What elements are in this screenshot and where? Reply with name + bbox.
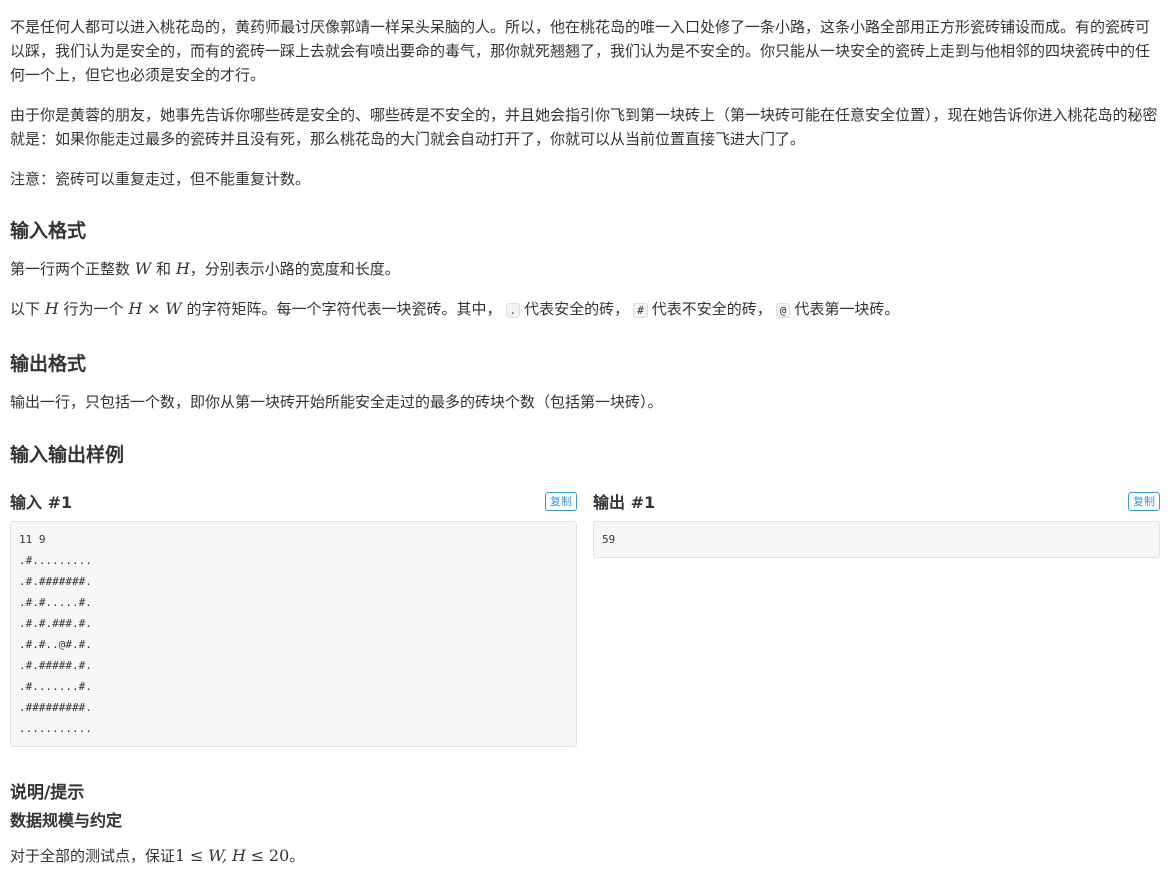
text: 代表安全的砖， [524,300,630,318]
description-paragraph-2: 由于你是黄蓉的朋友，她事先告诉你哪些砖是安全的、哪些砖是不安全的，并且她会指引你… [10,106,1158,148]
sample-input-box[interactable]: 11 9 .#......... .#.#######. .#.#.....#.… [10,521,577,747]
sample-input-title: 输入 #1 [10,493,73,512]
output-format-heading: 输出格式 [10,353,87,375]
data-scale-heading: 数据规模与约定 [10,811,123,830]
text: 行为一个 [63,300,124,318]
input-format-line-2: 以下 H 行为一个 H × W 的字符矩阵。每一个字符代表一块瓷砖。其中，. 代表… [10,297,1160,323]
le-symbol: ≤ [250,846,265,865]
var-w: W [165,299,182,318]
description-note: 注意：瓷砖可以重复走过，但不能重复计数。 [10,170,311,188]
sample-output-column: 输出 #1 复制 59 [593,489,1160,747]
math-wh: W, H [208,846,246,865]
input-format-line-1: 第一行两个正整数 W 和 H，分别表示小路的宽度和长度。 [10,257,1160,281]
code-safe: . [505,303,521,318]
sample-output-box[interactable]: 59 [593,521,1160,558]
samples-heading: 输入输出样例 [10,444,125,466]
text: 代表第一块砖。 [794,300,900,318]
copy-output-button[interactable]: 复制 [1128,491,1160,511]
math-one: 1 [175,846,186,865]
var-h: H [175,259,190,278]
text: 代表不安全的砖， [651,300,772,318]
le-symbol: ≤ [189,846,204,865]
text: 和 [156,260,172,278]
text: 。 [289,847,305,865]
sample-output-title: 输出 #1 [593,493,656,512]
sample-output-header: 输出 #1 复制 [593,489,1160,513]
hint-heading: 说明/提示 [10,783,85,803]
problem-page: 不是任何人都可以进入桃花岛的，黄药师最讨厌像郭靖一样呆头呆脑的人。所以，他在桃花… [0,0,1170,868]
description-paragraph-1: 不是任何人都可以进入桃花岛的，黄药师最讨厌像郭靖一样呆头呆脑的人。所以，他在桃花… [10,18,1151,84]
copy-input-button[interactable]: 复制 [545,491,577,511]
constraint-text: 对于全部的测试点，保证1 ≤ W, H ≤ 20。 [10,844,1160,868]
var-w: W [134,259,152,278]
sample-input-header: 输入 #1 复制 [10,489,577,513]
sample-input-column: 输入 #1 复制 11 9 .#......... .#.#######. .#… [10,489,577,747]
text: 以下 [10,300,41,318]
text: 对于全部的测试点，保证 [10,847,176,865]
output-format-text: 输出一行，只包括一个数，即你从第一块砖开始所能安全走过的最多的砖块个数（包括第一… [10,393,663,411]
var-h: H [128,299,143,318]
code-unsafe: # [633,303,648,318]
samples-container: 输入 #1 复制 11 9 .#......... .#.#######. .#… [10,489,1160,747]
text: 第一行两个正整数 [10,260,131,278]
code-start: @ [775,303,791,318]
input-format-heading: 输入格式 [10,220,87,242]
text: 的字符矩阵。每一个字符代表一块瓷砖。其中， [186,300,502,318]
math-twenty: 20 [268,846,290,865]
text: ，分别表示小路的宽度和长度。 [189,260,400,278]
var-h: H [44,299,59,318]
times-symbol: × [147,299,161,318]
